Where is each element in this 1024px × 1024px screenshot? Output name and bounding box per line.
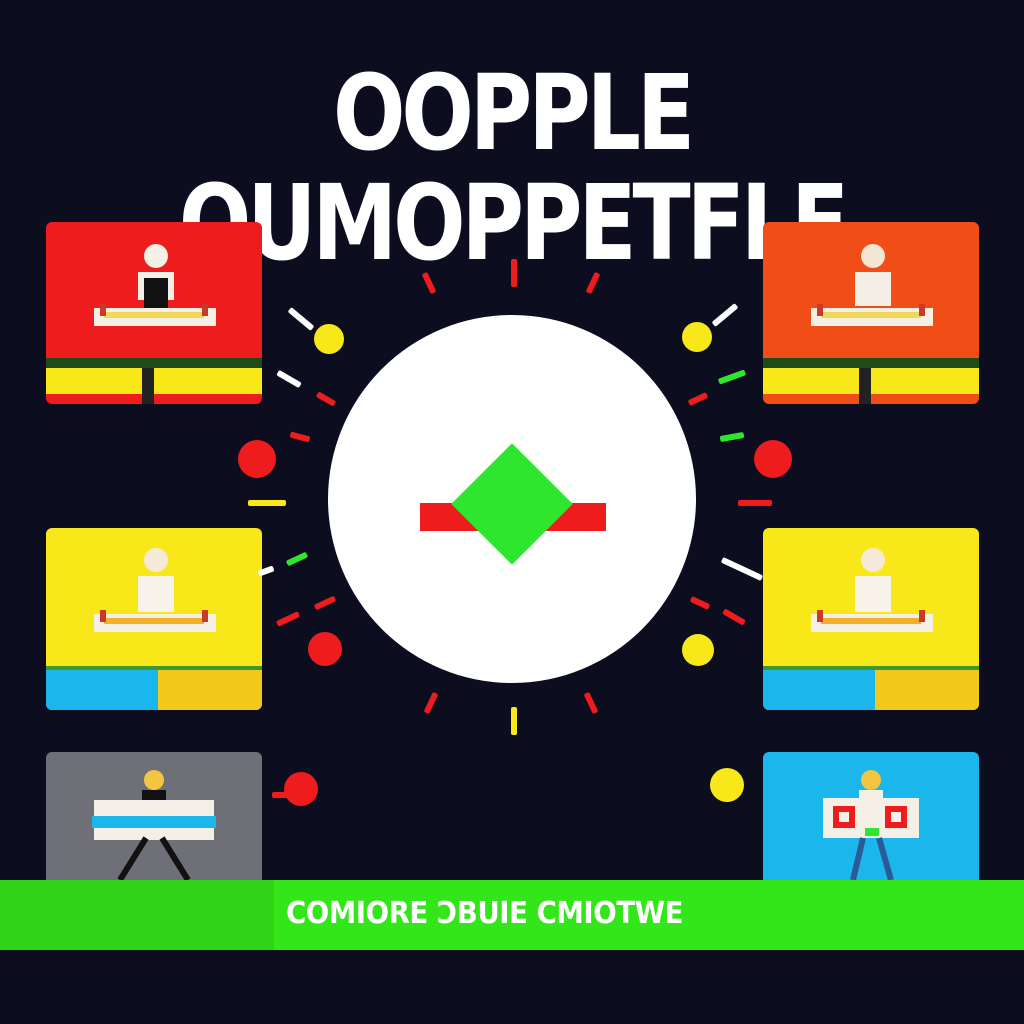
ray-dash xyxy=(511,707,517,735)
yellow-dot xyxy=(314,324,344,354)
red-dot xyxy=(238,440,276,478)
person-carrying-sign-icon xyxy=(823,770,919,881)
footer-bar[interactable]: COMIORE ƆBUIE CMIOTWE xyxy=(0,880,1024,950)
ray-dash xyxy=(689,596,711,610)
desk-person-icon xyxy=(811,244,933,326)
ray-dash xyxy=(276,369,302,389)
ray-dash xyxy=(687,392,709,406)
ray-dash xyxy=(720,556,764,582)
central-hub[interactable] xyxy=(328,315,696,683)
desk-person-icon xyxy=(811,548,933,632)
card-top-left[interactable] xyxy=(46,222,262,404)
yellow-dot xyxy=(682,322,712,352)
ray-dash xyxy=(313,595,337,611)
ray-dash xyxy=(738,500,772,506)
desk-person-icon xyxy=(94,548,216,632)
desk-person-icon xyxy=(94,244,216,326)
card-bottom-left[interactable] xyxy=(46,752,262,892)
footer-text: COMIORE ƆBUIE CMIOTWE xyxy=(286,896,683,931)
card-middle-left[interactable] xyxy=(46,528,262,710)
ray-dash xyxy=(722,608,746,626)
card-top-right[interactable] xyxy=(763,222,979,404)
ray-dash xyxy=(285,551,309,567)
green-diamond-icon xyxy=(451,443,573,565)
footer-left-block xyxy=(0,880,274,950)
ray-dash xyxy=(315,391,337,407)
red-dot xyxy=(284,772,318,806)
ray-dash xyxy=(711,303,739,327)
red-dot xyxy=(754,440,792,478)
ray-dash xyxy=(289,431,311,443)
person-carrying-sign-icon xyxy=(92,770,216,882)
yellow-dot xyxy=(710,768,744,802)
card-bottom-right[interactable] xyxy=(763,752,979,892)
card-middle-right[interactable] xyxy=(763,528,979,710)
ray-dash xyxy=(248,500,286,506)
ray-dash xyxy=(719,431,745,443)
ray-dash xyxy=(272,792,296,798)
ray-dash xyxy=(511,259,517,287)
ray-dash xyxy=(583,691,599,715)
ray-dash xyxy=(423,691,439,715)
ray-dash xyxy=(275,611,301,627)
yellow-dot xyxy=(682,634,714,666)
ray-dash xyxy=(717,369,747,385)
red-dot xyxy=(308,632,342,666)
ray-dash xyxy=(287,307,315,331)
